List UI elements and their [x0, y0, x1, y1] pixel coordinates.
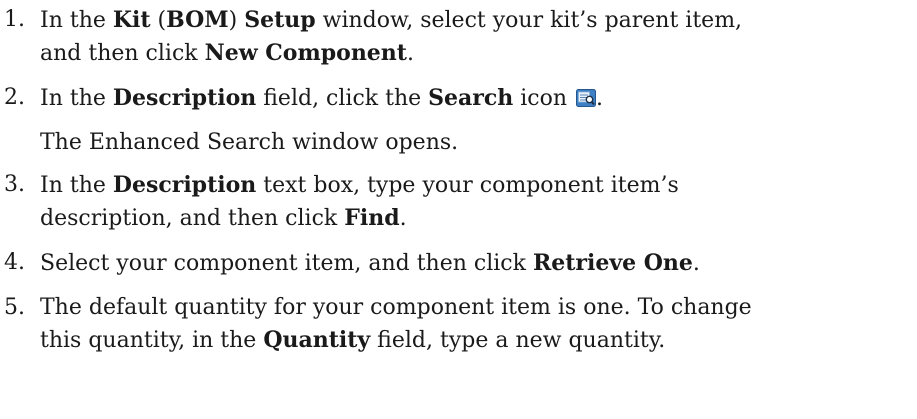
text: icon [513, 86, 575, 111]
step-number: 3. [4, 172, 25, 197]
step-line: In the Description field, click the Sear… [40, 82, 909, 115]
step-line: and then click New Component. [40, 37, 909, 70]
step-line: In the Description text box, type your c… [40, 169, 909, 202]
ui-term-kit: Kit [112, 7, 151, 33]
ui-term-bom: BOM [166, 7, 229, 33]
step-line: Select your component item, and then cli… [40, 247, 909, 280]
ui-term-description: Description [112, 85, 257, 111]
step-line: description, and then click Find. [40, 202, 909, 235]
text: description, and then click [40, 206, 345, 231]
text: ( [150, 8, 167, 33]
text: In the [40, 8, 113, 33]
step-2: 2. In the Description field, click the S… [4, 82, 909, 159]
text: Select your component item, and then cli… [40, 251, 533, 276]
step-line: In the Kit (BOM) Setup window, select yo… [40, 4, 909, 37]
search-icon-graphic [576, 89, 597, 107]
text: . [406, 41, 414, 66]
step-5: 5. The default quantity for your compone… [4, 292, 909, 357]
text: this quantity, in the [40, 328, 264, 353]
text: and then click [40, 41, 205, 66]
text: In the [40, 173, 113, 198]
step-text: The default quantity for your component … [40, 292, 909, 357]
step-line: The default quantity for your component … [40, 292, 909, 324]
step-line: this quantity, in the Quantity field, ty… [40, 324, 909, 357]
text: ) [228, 8, 245, 33]
ui-term-find: Find [344, 205, 400, 231]
step-text: In the Description text box, type your c… [40, 169, 909, 235]
ui-term-new-component: New Component [204, 40, 407, 66]
step-text: Select your component item, and then cli… [40, 247, 909, 280]
text: In the [40, 86, 113, 111]
step-3: 3. In the Description text box, type you… [4, 169, 909, 235]
ui-term-retrieve-one: Retrieve One [532, 250, 693, 276]
search-icon [576, 85, 597, 107]
step-number: 2. [4, 85, 25, 110]
step-number: 1. [4, 7, 25, 32]
text: window, select your kit’s parent item, [315, 8, 743, 33]
step-1: 1. In the Kit (BOM) Setup window, select… [4, 4, 909, 70]
text: field, type a new quantity. [370, 328, 666, 353]
ui-term-setup: Setup [244, 7, 316, 33]
step-result-note: The Enhanced Search window opens. [40, 130, 459, 155]
text: text box, type your component item’s [256, 173, 679, 198]
text: field, click the [256, 86, 429, 111]
text: . [596, 86, 604, 111]
ui-term-search: Search [428, 85, 514, 111]
ui-term-description: Description [112, 172, 257, 198]
text: . [692, 251, 700, 276]
text: The default quantity for your component … [40, 295, 752, 320]
step-text: In the Description field, click the Sear… [40, 82, 909, 159]
step-number: 4. [4, 250, 25, 275]
instruction-steps: 1. In the Kit (BOM) Setup window, select… [4, 4, 909, 357]
ui-term-quantity: Quantity [263, 327, 371, 353]
step-number: 5. [4, 295, 25, 320]
step-4: 4. Select your component item, and then … [4, 247, 909, 280]
text: . [399, 206, 407, 231]
step-text: In the Kit (BOM) Setup window, select yo… [40, 4, 909, 70]
